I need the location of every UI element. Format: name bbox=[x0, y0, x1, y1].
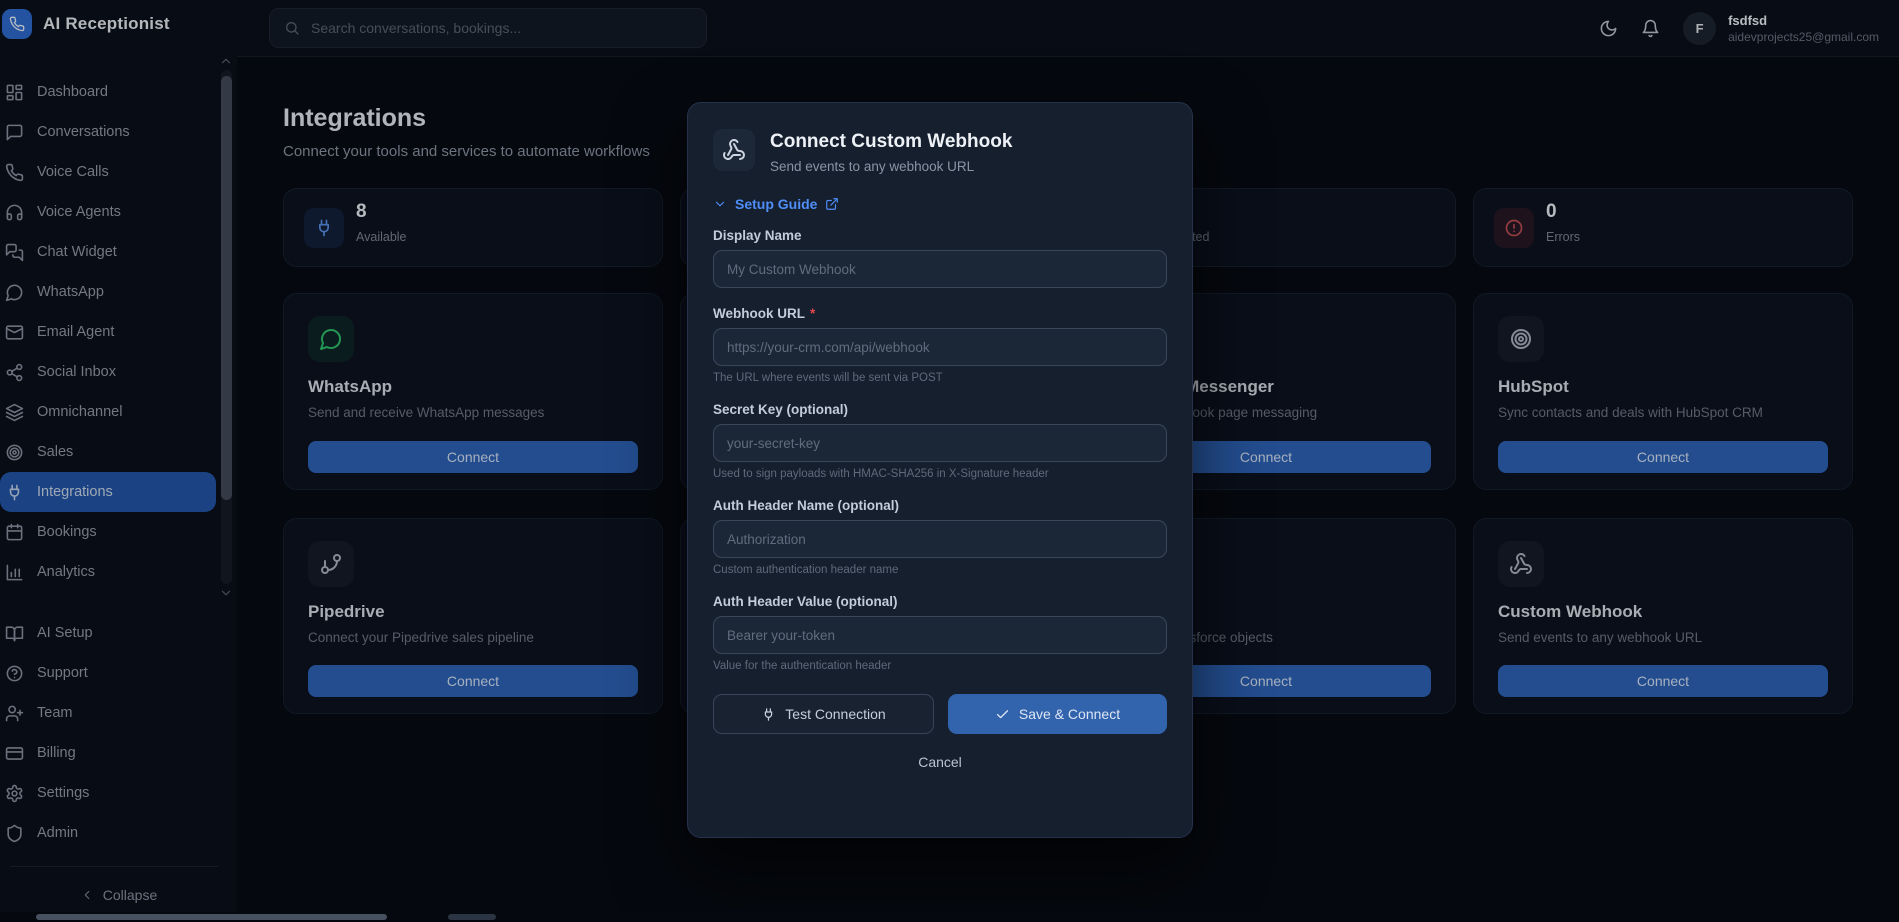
connect-webhook-modal: Connect Custom Webhook Send events to an… bbox=[687, 102, 1193, 838]
test-connection-label: Test Connection bbox=[785, 706, 885, 722]
check-icon bbox=[995, 707, 1010, 722]
field-group-auth-header-value-optional-: Auth Header Value (optional) Value for th… bbox=[713, 594, 1167, 672]
external-link-icon bbox=[825, 197, 839, 211]
modal-subtitle: Send events to any webhook URL bbox=[770, 159, 1012, 174]
field-helper-text: The URL where events will be sent via PO… bbox=[713, 372, 1167, 384]
field-group-display-name: Display Name bbox=[713, 228, 1167, 288]
field-group-webhook-url: Webhook URL* The URL where events will be… bbox=[713, 306, 1167, 384]
save-connect-button[interactable]: Save & Connect bbox=[948, 694, 1167, 734]
required-asterisk: * bbox=[810, 306, 815, 321]
setup-guide-label: Setup Guide bbox=[735, 196, 817, 212]
test-connection-button[interactable]: Test Connection bbox=[713, 694, 934, 734]
field-helper-text: Custom authentication header name bbox=[713, 564, 1167, 576]
field-input[interactable] bbox=[713, 616, 1167, 654]
field-input[interactable] bbox=[713, 250, 1167, 288]
modal-header: Connect Custom Webhook Send events to an… bbox=[713, 129, 1167, 174]
save-connect-label: Save & Connect bbox=[1019, 706, 1120, 722]
field-input[interactable] bbox=[713, 520, 1167, 558]
field-label: Webhook URL* bbox=[713, 306, 1167, 321]
field-label: Auth Header Value (optional) bbox=[713, 594, 1167, 609]
plug-icon bbox=[761, 707, 776, 722]
modal-buttons: Test Connection Save & Connect bbox=[713, 694, 1167, 734]
field-group-secret-key-optional-: Secret Key (optional) Used to sign payloa… bbox=[713, 402, 1167, 480]
field-label: Auth Header Name (optional) bbox=[713, 498, 1167, 513]
field-label: Display Name bbox=[713, 228, 1167, 243]
field-input[interactable] bbox=[713, 424, 1167, 462]
cancel-button[interactable]: Cancel bbox=[713, 754, 1167, 770]
field-helper-text: Value for the authentication header bbox=[713, 660, 1167, 672]
modal-fields: Display Name Webhook URL* The URL where ev… bbox=[713, 228, 1167, 672]
field-helper-text: Used to sign payloads with HMAC-SHA256 i… bbox=[713, 468, 1167, 480]
horizontal-scrollbar-thumb-secondary[interactable] bbox=[448, 914, 496, 920]
webhook-icon-tile bbox=[713, 129, 755, 171]
modal-title: Connect Custom Webhook bbox=[770, 129, 1012, 153]
field-group-auth-header-name-optional-: Auth Header Name (optional) Custom authen… bbox=[713, 498, 1167, 576]
field-input[interactable] bbox=[713, 328, 1167, 366]
setup-guide-link[interactable]: Setup Guide bbox=[713, 196, 839, 212]
webhook-icon bbox=[722, 138, 746, 162]
chevron-down-icon bbox=[713, 197, 727, 211]
horizontal-scrollbar-thumb[interactable] bbox=[36, 914, 387, 920]
field-label: Secret Key (optional) bbox=[713, 402, 1167, 417]
horizontal-scrollbar[interactable] bbox=[0, 912, 1899, 922]
